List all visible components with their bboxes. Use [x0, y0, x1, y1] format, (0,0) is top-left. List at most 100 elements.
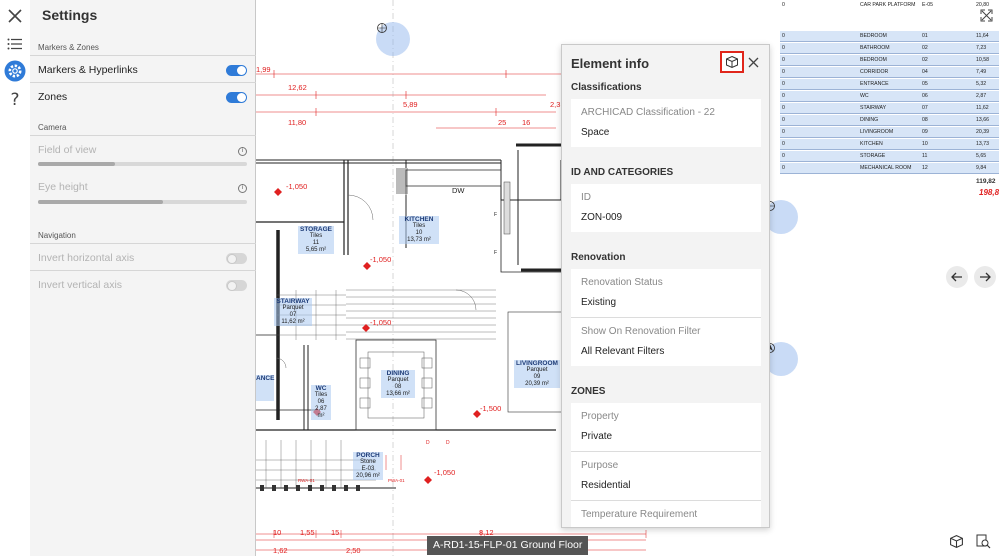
close-icon[interactable] [745, 54, 761, 70]
schedule-cell: 08 [922, 117, 928, 123]
dimension-label: 15 [331, 528, 340, 537]
app-root: ? Settings Markers & Zones Markers & Hyp… [0, 0, 999, 556]
room-stamp-porch[interactable]: PORCH Stone E-03 20,96 m² [353, 452, 383, 481]
schedule-row: 0 BATHROOM 02 7,23 [780, 43, 999, 54]
divider [30, 82, 256, 83]
schedule-total: 119,82 [976, 178, 996, 185]
schedule-row: 0 STAIRWAY 07 11,62 [780, 103, 999, 114]
slider-fill [38, 200, 164, 204]
schedule-cell: 7,23 [976, 45, 987, 51]
schedule-cell: LIVINGROOM [860, 129, 894, 135]
schedule-cell: 5,65 [976, 153, 987, 159]
schedule-cell: 09 [922, 129, 928, 135]
cube-icon [726, 55, 738, 69]
gear-icon[interactable] [2, 58, 28, 84]
renovation-status-value: Existing [581, 297, 617, 308]
room-stamp-kitchen[interactable]: KITCHEN Tiles 10 13,73 m² [399, 216, 439, 245]
schedule-cell: 11,62 [976, 105, 989, 111]
next-arrow-icon[interactable] [974, 266, 996, 288]
schedule-cell: WC [860, 93, 869, 99]
schedule-cell: 13,73 [976, 141, 989, 147]
list-icon[interactable] [2, 31, 28, 57]
room-area: 20,96 m² [356, 473, 380, 480]
schedule-cell: 0 [782, 153, 785, 159]
room-stamp-stairway[interactable]: STAIRWAY Parquet 07 11,62 m² [274, 298, 312, 327]
schedule-row: 0 STORAGE 11 5,65 [780, 151, 999, 162]
wall-tag: PWA-01 [388, 478, 405, 483]
element-info-panel: Element info Classifications ARCHICAD Cl… [561, 44, 770, 528]
dimension-label: 12,62 [288, 83, 307, 92]
schedule-cell: BEDROOM [860, 57, 887, 63]
schedule-cell: 06 [922, 93, 928, 99]
dimension-label: 25 [498, 118, 507, 127]
room-stamp-dining[interactable]: DINING Parquet 08 13,66 m² [381, 370, 415, 399]
help-icon[interactable]: ? [2, 87, 28, 113]
dimension-label: 5,89 [403, 100, 418, 109]
id-value: ZON-009 [581, 212, 623, 223]
invert-vertical-toggle[interactable] [226, 280, 247, 291]
element-info-title: Element info [571, 56, 650, 71]
fullscreen-icon[interactable] [976, 5, 996, 25]
property-label: Property [581, 411, 619, 422]
schedule-row: 0 WC 06 2,87 [780, 91, 999, 102]
temperature-card: Temperature Requirement [571, 501, 761, 527]
classification-card: ARCHICAD Classification - 22 Space [571, 99, 761, 147]
field-of-view-label: Field of view [38, 144, 97, 156]
divider [30, 243, 256, 244]
schedule-cell: MECHANICAL ROOM [860, 165, 912, 171]
zones-toggle[interactable] [226, 92, 247, 103]
schedule-cell: E-05 [922, 2, 933, 8]
floor-label: A-RD1-15-FLP-01 Ground Floor [427, 536, 589, 555]
schedule-row: 0 BEDROOM 02 10,58 [780, 55, 999, 66]
search-document-icon[interactable] [973, 531, 993, 551]
room-number: 06 [317, 399, 325, 406]
room-number: E-03 [361, 466, 375, 473]
classification-value: Space [581, 127, 610, 138]
close-icon[interactable] [2, 3, 28, 29]
fixture-label: D [426, 440, 430, 446]
camera-heading: Camera [38, 123, 67, 132]
schedule-cell: 02 [922, 45, 928, 51]
room-finish: Stone [360, 459, 376, 466]
purpose-value: Residential [581, 480, 631, 491]
purpose-label: Purpose [581, 460, 619, 471]
renovation-status-label: Renovation Status [581, 277, 663, 288]
schedule-cell: BEDROOM [860, 33, 887, 39]
schedule-cell: 05 [922, 81, 928, 87]
fixture-label: F [494, 250, 498, 256]
room-finish: Tiles [412, 223, 426, 230]
room-stamp-wc[interactable]: WC Tiles 06 2,87 m² [311, 385, 331, 421]
schedule-cell: CORRIDOR [860, 69, 889, 75]
room-finish: Tiles [314, 392, 328, 399]
eye-height-slider[interactable] [38, 200, 247, 204]
section-marker-icon[interactable] [376, 22, 410, 56]
renovation-heading: Renovation [571, 252, 626, 263]
3d-view-icon[interactable] [946, 531, 966, 551]
schedule-cell: 10,58 [976, 57, 989, 63]
id-label: ID [581, 192, 591, 203]
previous-arrow-icon[interactable] [946, 266, 968, 288]
schedule-cell: 0 [782, 141, 785, 147]
zones-heading: ZONES [571, 386, 606, 397]
schedule-cell: 13,66 [976, 117, 989, 123]
room-stamp-livingroom[interactable]: LIVINGROOM Parquet 09 20,39 m² [514, 360, 560, 389]
room-stamp-entrance[interactable]: ANCE [256, 375, 274, 401]
field-of-view-slider[interactable] [38, 162, 247, 166]
info-icon[interactable]: i [238, 184, 247, 193]
invert-horizontal-toggle[interactable] [226, 253, 247, 264]
schedule-cell: 0 [782, 165, 785, 171]
room-finish: Parquet [282, 305, 304, 312]
room-area: 2,87 m² [315, 406, 327, 420]
show-in-3d-button[interactable] [720, 51, 744, 73]
info-icon[interactable]: i [238, 147, 247, 156]
room-number: 08 [394, 384, 402, 391]
schedule-cell: 04 [922, 69, 928, 75]
invert-horizontal-label: Invert horizontal axis [38, 252, 135, 264]
room-name: STORAGE [299, 226, 333, 233]
room-stamp-storage[interactable]: STORAGE Tiles 11 5,65 m² [298, 226, 334, 255]
room-area: 5,65 m² [305, 247, 327, 254]
schedule-cell: 5,32 [976, 81, 987, 87]
markers-hyperlinks-toggle[interactable] [226, 65, 247, 76]
room-name: LIVINGROOM [516, 360, 558, 367]
room-name: DINING [386, 370, 410, 377]
